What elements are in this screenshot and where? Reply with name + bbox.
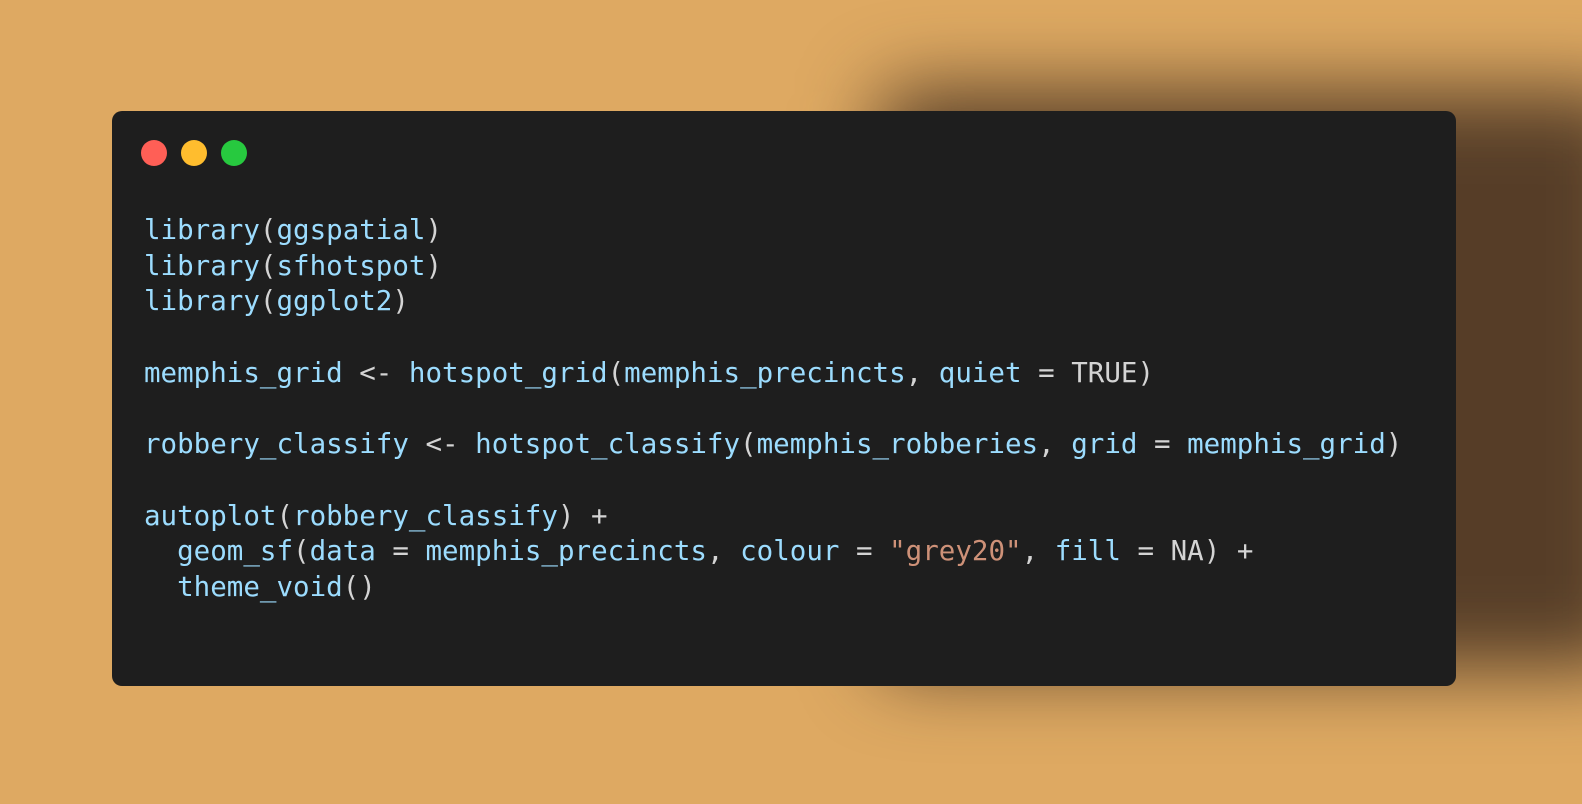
- code-punctuation-token: ,: [905, 356, 939, 389]
- code-identifier-token: library: [144, 214, 260, 246]
- code-punctuation-token: (): [342, 570, 376, 603]
- code-identifier-token: robbery_classify: [293, 499, 558, 532]
- code-identifier-token: data: [309, 535, 376, 568]
- code-punctuation-token: [144, 535, 177, 567]
- code-punctuation-token: = NA) +: [1120, 535, 1254, 568]
- code-punctuation-token: ,: [706, 535, 741, 568]
- code-punctuation-token: ,: [1038, 428, 1072, 461]
- code-identifier-token: library: [144, 249, 260, 282]
- code-identifier-token: ggplot2: [276, 285, 393, 318]
- code-identifier-token: ggspatial: [276, 214, 426, 246]
- code-string-token: "grey20": [889, 535, 1022, 568]
- code-punctuation-token: (: [276, 499, 294, 532]
- code-identifier-token: hotspot_classify: [475, 428, 741, 461]
- code-punctuation-token: = TRUE): [1021, 356, 1155, 389]
- code-punctuation-token: <-: [408, 428, 476, 461]
- code-line: library(ggplot2): [144, 284, 1402, 320]
- code-punctuation-token: ) +: [557, 499, 608, 532]
- code-identifier-token: memphis_grid: [144, 356, 343, 389]
- code-punctuation-token: (: [259, 249, 277, 282]
- code-punctuation-token: (: [293, 535, 310, 568]
- code-identifier-token: quiet: [938, 356, 1022, 389]
- code-identifier-token: fill: [1054, 535, 1121, 568]
- code-identifier-token: memphis_robberies: [756, 428, 1039, 461]
- code-line: robbery_classify <- hotspot_classify(mem…: [144, 427, 1402, 463]
- code-line: theme_void(): [144, 570, 1402, 606]
- code-identifier-token: memphis_precincts: [624, 356, 906, 389]
- code-line: autoplot(robbery_classify) +: [144, 499, 1402, 535]
- code-identifier-token: colour: [740, 535, 840, 568]
- code-line: library(sfhotspot): [144, 249, 1402, 285]
- code-punctuation-token: [144, 571, 177, 603]
- code-punctuation-token: ,: [1021, 535, 1055, 568]
- code-punctuation-token: =: [375, 535, 426, 568]
- code-line: library(ggspatial): [144, 213, 1402, 249]
- minimize-dot-icon[interactable]: [181, 140, 207, 166]
- code-window: library(ggspatial) library(sfhotspot) libr…: [112, 111, 1456, 686]
- code-identifier-token: grid: [1071, 428, 1138, 461]
- code-identifier-token: memphis_grid: [1187, 428, 1386, 461]
- code-punctuation-token: ): [1385, 428, 1403, 461]
- code-punctuation-token: (: [259, 214, 277, 246]
- code-line: memphis_grid <- hotspot_grid(memphis_pre…: [144, 356, 1402, 392]
- code-identifier-token: robbery_classify: [144, 428, 409, 461]
- code-punctuation-token: (: [259, 285, 277, 318]
- code-punctuation-token: =: [839, 535, 890, 568]
- code-identifier-token: sfhotspot: [276, 249, 426, 282]
- code-identifier-token: hotspot_grid: [408, 356, 608, 389]
- code-punctuation-token: (: [740, 428, 757, 461]
- code-punctuation-token: ): [392, 285, 409, 318]
- code-identifier-token: autoplot: [144, 499, 277, 532]
- code-identifier-token: theme_void: [177, 570, 343, 603]
- maximize-dot-icon[interactable]: [221, 140, 247, 166]
- code-punctuation-token: ): [425, 249, 443, 282]
- code-identifier-token: geom_sf: [177, 535, 294, 568]
- code-identifier-token: library: [144, 285, 260, 318]
- code-punctuation-token: ): [425, 214, 443, 246]
- code-line: geom_sf(data = memphis_precincts, colour…: [144, 534, 1402, 570]
- close-dot-icon[interactable]: [141, 140, 167, 166]
- window-controls: [141, 140, 247, 166]
- code-block: library(ggspatial) library(sfhotspot) libr…: [144, 213, 1402, 606]
- code-identifier-token: memphis_precincts: [425, 535, 707, 568]
- code-punctuation-token: =: [1137, 428, 1188, 461]
- code-punctuation-token: (: [607, 356, 625, 389]
- code-punctuation-token: <-: [342, 356, 409, 389]
